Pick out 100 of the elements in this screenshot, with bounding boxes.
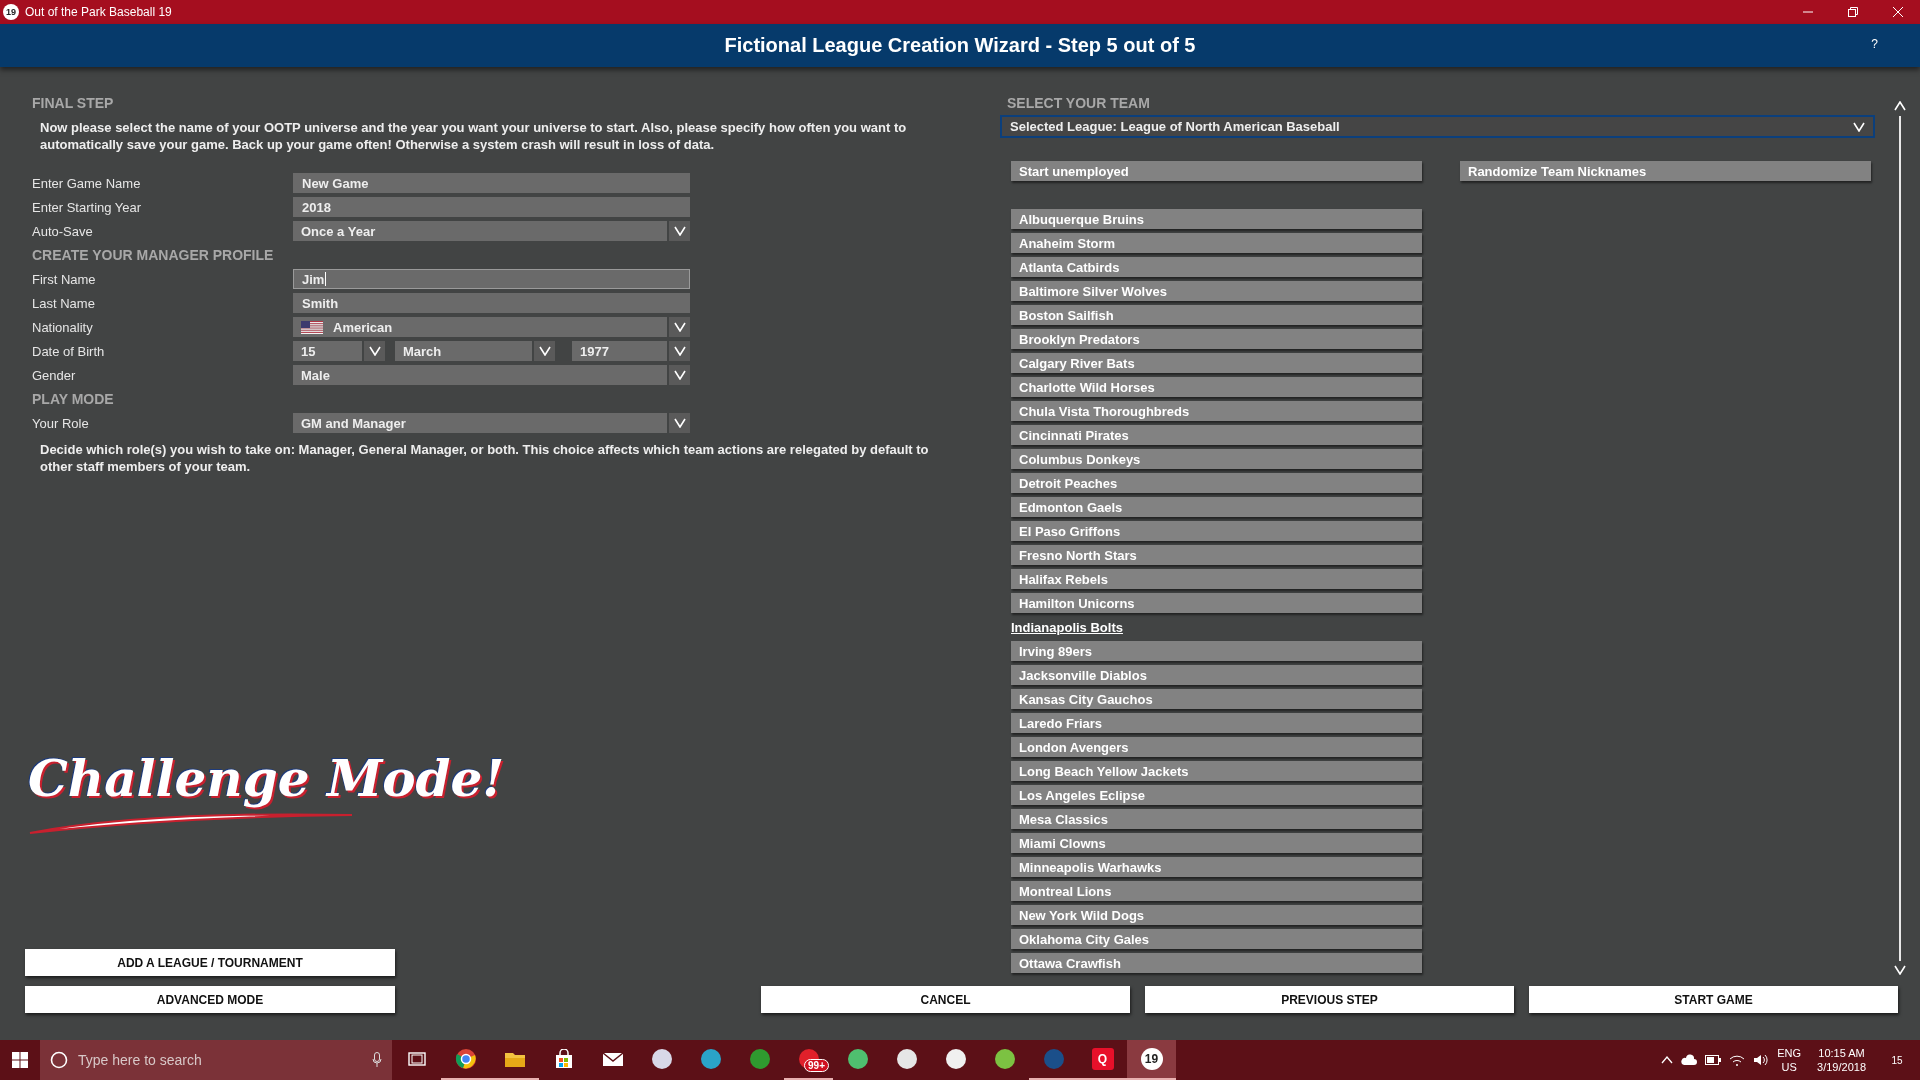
team-item[interactable]: El Paso Griffons <box>1011 521 1422 541</box>
team-item[interactable]: Long Beach Yellow Jackets <box>1011 761 1422 781</box>
text-field[interactable]: Jim <box>293 269 690 289</box>
team-item[interactable]: Minneapolis Warhawks <box>1011 857 1422 877</box>
dropdown[interactable]: 15 <box>293 341 385 361</box>
team-item[interactable]: Columbus Donkeys <box>1011 449 1422 469</box>
text-field[interactable]: Smith <box>293 293 690 313</box>
team-item[interactable]: Boston Sailfish <box>1011 305 1422 325</box>
team-item[interactable]: Brooklyn Predators <box>1011 329 1422 349</box>
team-item[interactable]: Laredo Friars <box>1011 713 1422 733</box>
flag-icon <box>301 320 323 334</box>
taskbar-app-button[interactable]: 99+ <box>784 1040 833 1080</box>
restore-icon[interactable] <box>1847 7 1858 17</box>
team-item[interactable]: Charlotte Wild Horses <box>1011 377 1422 397</box>
section-heading: CREATE YOUR MANAGER PROFILE <box>32 246 275 265</box>
notifications-button[interactable]: 15 <box>1882 1045 1912 1075</box>
advanced-mode-button[interactable]: ADVANCED MODE <box>25 986 395 1013</box>
clock-time[interactable]: 10:15 AM <box>1818 1046 1865 1060</box>
chevron-down-icon <box>667 221 690 241</box>
team-item[interactable]: Ottawa Crawfish <box>1011 953 1422 973</box>
notification-badge: 99+ <box>804 1059 829 1072</box>
role-note: Decide which role(s) you wish to take on: Manager, General Manager, or both. This choice affects which team actions are relegated by default to other staff members of your team. <box>40 441 930 475</box>
team-item[interactable]: Indianapolis Bolts <box>1011 617 1129 637</box>
field-label: Last Name <box>32 295 96 311</box>
team-item[interactable]: Atlanta Catbirds <box>1011 257 1422 277</box>
team-item[interactable]: Albuquerque Bruins <box>1011 209 1422 229</box>
scroll-down-icon[interactable] <box>1894 963 1906 978</box>
team-item[interactable]: New York Wild Dogs <box>1011 905 1422 925</box>
team-item[interactable]: Calgary River Bats <box>1011 353 1422 373</box>
field-label: Enter Game Name <box>32 175 142 191</box>
team-item[interactable]: Mesa Classics <box>1011 809 1422 829</box>
text-cursor <box>325 272 327 286</box>
instructions-text: Now please select the name of your OOTP universe and the year you want your universe to start. Also, please specify how often you want to automatically save your game. Back up your game often! Otherwise a system crash will result in loss of data. <box>40 119 908 153</box>
team-item[interactable]: Oklahoma City Gales <box>1011 929 1422 949</box>
add-league-button[interactable]: ADD A LEAGUE / TOURNAMENT <box>25 949 395 976</box>
region-indicator[interactable]: US <box>1781 1060 1797 1074</box>
dropdown[interactable]: Male <box>293 365 690 385</box>
team-item[interactable]: Baltimore Silver Wolves <box>1011 281 1422 301</box>
team-item[interactable]: Hamilton Unicorns <box>1011 593 1422 613</box>
chevron-down-icon <box>532 341 555 361</box>
field-label: Date of Birth <box>32 343 106 359</box>
close-icon[interactable] <box>1892 7 1903 17</box>
dropdown[interactable]: GM and Manager <box>293 413 690 433</box>
team-item[interactable]: Miami Clowns <box>1011 833 1422 853</box>
field-label: First Name <box>32 271 97 287</box>
taskbar-app-button[interactable]: 19 <box>1127 1040 1176 1080</box>
browser-icon <box>454 1048 477 1070</box>
league-dropdown[interactable]: Selected League: League of North American Baseball <box>1000 115 1875 138</box>
envelope-icon <box>601 1051 624 1067</box>
microphone-icon <box>372 1052 382 1068</box>
team-item[interactable]: Los Angeles Eclipse <box>1011 785 1422 805</box>
chevron-down-icon <box>667 365 690 385</box>
text-field[interactable]: 2018 <box>293 197 690 217</box>
randomize-nicknames-button[interactable]: Randomize Team Nicknames <box>1460 161 1871 181</box>
cloud-icon[interactable] <box>1681 1054 1698 1066</box>
team-item[interactable]: Kansas City Gauchos <box>1011 689 1422 709</box>
volume-icon[interactable] <box>1753 1054 1770 1066</box>
team-item[interactable]: Irving 89ers <box>1011 641 1422 661</box>
wizard-button[interactable]: PREVIOUS STEP <box>1145 986 1514 1013</box>
app-icon: Q <box>1091 1048 1114 1070</box>
section-heading: FINAL STEP <box>32 94 115 113</box>
team-item[interactable]: Jacksonville Diablos <box>1011 665 1422 685</box>
wizard-button[interactable]: CANCEL <box>761 986 1130 1013</box>
start-unemployed-button[interactable]: Start unemployed <box>1011 161 1422 181</box>
text-field[interactable]: New Game <box>293 173 690 193</box>
app-icon: 19 <box>1140 1048 1163 1070</box>
wizard-button[interactable]: START GAME <box>1529 986 1898 1013</box>
shopping-bag-icon <box>553 1049 574 1069</box>
help-button[interactable]: ? <box>1865 36 1884 52</box>
language-indicator[interactable]: ENG <box>1777 1046 1802 1060</box>
dropdown[interactable]: Once a Year <box>293 221 690 241</box>
team-item[interactable]: Halifax Rebels <box>1011 569 1422 589</box>
dropdown[interactable]: American <box>293 317 690 337</box>
dropdown[interactable]: 1977 <box>572 341 690 361</box>
team-item[interactable]: Cincinnati Pirates <box>1011 425 1422 445</box>
clock-date[interactable]: 3/19/2018 <box>1817 1060 1866 1074</box>
chevron-down-icon <box>667 341 690 361</box>
team-item[interactable]: Anaheim Storm <box>1011 233 1422 253</box>
chevron-down-icon <box>667 413 690 433</box>
team-item[interactable]: London Avengers <box>1011 737 1422 757</box>
team-item[interactable]: Detroit Peaches <box>1011 473 1422 493</box>
field-label: Gender <box>32 367 77 383</box>
logo-text: Challenge Mode! <box>28 749 505 808</box>
folder-icon <box>503 1050 526 1068</box>
team-item[interactable]: Chula Vista Thoroughbreds <box>1011 401 1422 421</box>
team-item[interactable]: Fresno North Stars <box>1011 545 1422 565</box>
wifi-icon[interactable] <box>1729 1054 1746 1066</box>
search-field[interactable]: Type here to search <box>40 1040 392 1080</box>
team-item[interactable]: Edmonton Gaels <box>1011 497 1422 517</box>
app-logo-icon: 19 <box>3 4 19 20</box>
battery-icon[interactable] <box>1705 1055 1722 1065</box>
chevron-up-icon[interactable] <box>1661 1056 1674 1064</box>
task-view-icon <box>407 1052 426 1066</box>
section-heading: PLAY MODE <box>32 390 115 409</box>
chevron-down-icon[interactable] <box>1853 121 1865 132</box>
chevron-down-icon <box>362 341 385 361</box>
team-item[interactable]: Montreal Lions <box>1011 881 1422 901</box>
dropdown[interactable]: March <box>395 341 555 361</box>
chevron-down-icon <box>667 317 690 337</box>
field-label: Enter Starting Year <box>32 199 143 215</box>
